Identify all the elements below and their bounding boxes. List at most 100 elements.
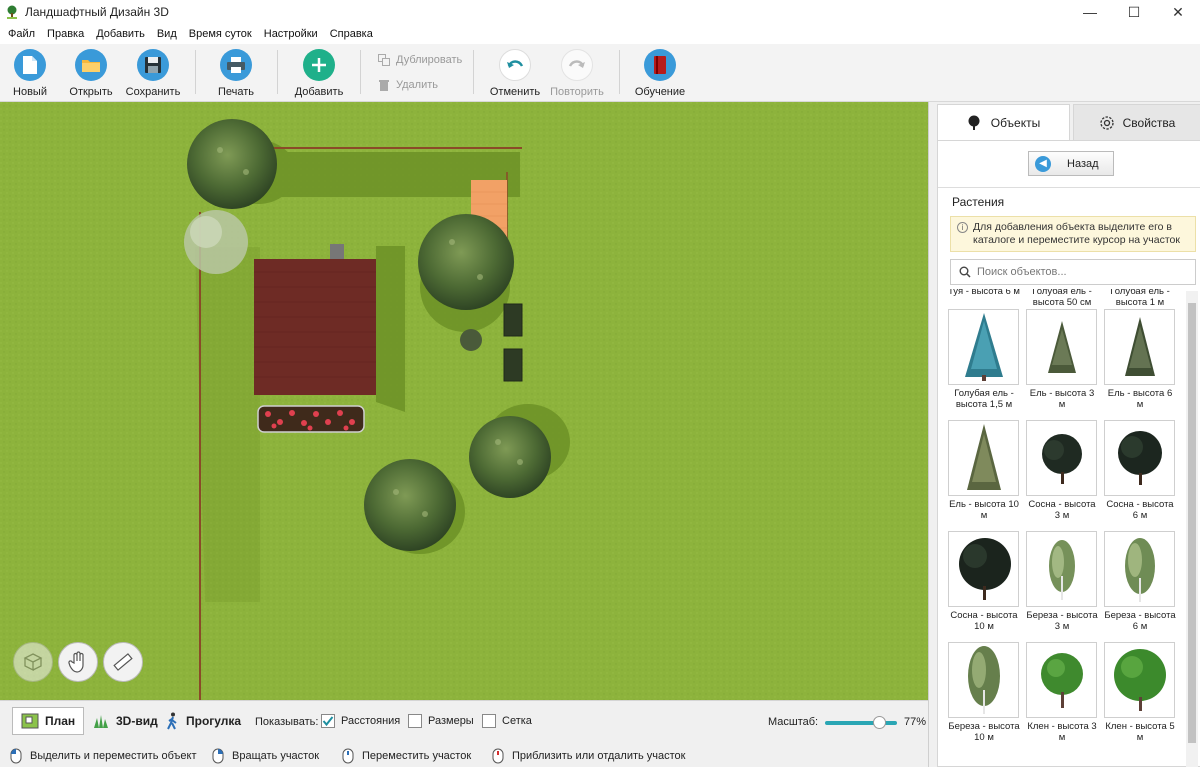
new-button[interactable]: Новый: [0, 49, 60, 98]
blue-spruce-icon: [964, 313, 1003, 381]
tab-plan-label: План: [45, 714, 76, 728]
maple-medium-icon: [1113, 649, 1166, 711]
search-input[interactable]: Поиск объектов...: [950, 259, 1196, 285]
catalog-item[interactable]: Клен - высота 3 м: [1026, 642, 1098, 743]
catalog-item-label: Голубая ель - высота 50 см: [1032, 289, 1092, 308]
back-label: Назад: [1067, 157, 1099, 170]
catalog-item[interactable]: Ель - высота 10 м: [948, 420, 1020, 521]
tab-objects-label: Объекты: [990, 116, 1041, 130]
mouse-right-icon: [212, 748, 224, 764]
catalog-item[interactable]: Ель - высота 6 м: [1104, 309, 1176, 410]
maple-small-icon: [1040, 653, 1083, 708]
menu-file[interactable]: Файл: [2, 28, 41, 40]
tab-properties[interactable]: Свойства: [1073, 104, 1200, 141]
open-button[interactable]: Открыть: [61, 49, 121, 98]
rotate-view-button[interactable]: [13, 642, 53, 682]
scale-label: Масштаб:: [768, 716, 819, 728]
menu-settings[interactable]: Настройки: [258, 28, 324, 40]
grid-checkbox[interactable]: Сетка: [482, 714, 532, 728]
catalog-item-label: Ель - высота 3 м: [1029, 388, 1095, 410]
minimize-button[interactable]: —: [1068, 0, 1112, 24]
status-zoom-text: Приблизить или отдалить участок: [512, 750, 686, 762]
catalog-item[interactable]: Ель - высота 3 м: [1026, 309, 1098, 410]
sizes-checkbox[interactable]: Размеры: [408, 714, 474, 728]
checkbox-unchecked: [482, 714, 496, 728]
tab-plan[interactable]: План: [12, 707, 85, 735]
delete-label: Удалить: [396, 79, 438, 91]
tutorial-button[interactable]: Обучение: [630, 49, 690, 98]
printer-icon: [220, 49, 252, 81]
new-label: Новый: [13, 86, 47, 98]
undo-label: Отменить: [489, 86, 541, 98]
catalog-item[interactable]: Сосна - высота 6 м: [1104, 420, 1176, 521]
save-button[interactable]: Сохранить: [123, 49, 183, 98]
menu-edit[interactable]: Правка: [41, 28, 90, 40]
maximize-button[interactable]: ☐: [1112, 0, 1156, 24]
print-button[interactable]: Печать: [206, 49, 266, 98]
delete-button[interactable]: Удалить: [378, 79, 438, 91]
undo-button[interactable]: Отменить: [485, 49, 545, 98]
site-plan-drawing: [0, 102, 928, 700]
checkmark-icon: [322, 716, 334, 727]
scale-value: 77%: [904, 716, 927, 728]
spruce-small-icon: [1047, 321, 1076, 373]
catalog-item-label: Клен - высота 5 м: [1105, 721, 1175, 743]
status-zoom: Приблизить или отдалить участок: [492, 748, 685, 764]
back-button[interactable]: ◀ Назад: [1028, 151, 1114, 176]
catalog-item-label: Береза - высота 3 м: [1026, 610, 1098, 632]
birch-small-icon: [1048, 540, 1075, 600]
walking-person-icon: [167, 712, 177, 730]
pine-large-icon: [958, 538, 1011, 600]
status-select: Выделить и переместить объект: [10, 748, 197, 764]
ruler-icon: [113, 653, 133, 671]
mouse-middle-icon: [342, 748, 354, 764]
tab-walk[interactable]: Прогулка: [158, 707, 249, 735]
grid-label: Сетка: [502, 715, 532, 727]
window-title: Ландшафтный Дизайн 3D: [25, 5, 169, 19]
pine-small-icon: [1041, 434, 1082, 484]
menu-add[interactable]: Добавить: [90, 28, 151, 40]
menu-view[interactable]: Вид: [151, 28, 183, 40]
birch-large-icon: [967, 646, 1000, 714]
close-button[interactable]: ✕: [1156, 0, 1200, 24]
catalog-item[interactable]: Береза - высота 3 м: [1026, 531, 1098, 632]
catalog-item[interactable]: Сосна - высота 10 м: [948, 531, 1020, 632]
slider-knob[interactable]: [873, 716, 886, 729]
tab-3d[interactable]: 3D-вид: [84, 707, 166, 735]
scale-slider[interactable]: [825, 716, 897, 729]
redo-button[interactable]: Повторить: [547, 49, 607, 98]
hint-text: Для добавления объекта выделите его в ка…: [973, 221, 1180, 246]
catalog-item[interactable]: Береза - высота 10 м: [948, 642, 1020, 743]
redo-label: Повторить: [550, 86, 604, 98]
catalog-item[interactable]: Береза - высота 6 м: [1104, 531, 1176, 632]
distances-checkbox[interactable]: Расстояния: [321, 714, 400, 728]
catalog-scrollbar[interactable]: [1186, 291, 1198, 767]
book-icon: [644, 49, 676, 81]
catalog-item-label: Ель - высота 6 м: [1107, 388, 1173, 410]
status-rotate: Вращать участок: [212, 748, 319, 764]
status-select-text: Выделить и переместить объект: [30, 750, 197, 762]
birch-medium-icon: [1124, 538, 1155, 602]
spruce-large-icon: [966, 424, 1001, 490]
toolbar-separator: [619, 50, 620, 94]
plant-catalog: Туя - высота 6 м Голубая ель - высота 50…: [948, 289, 1188, 767]
add-button[interactable]: Добавить: [289, 49, 349, 98]
catalog-item[interactable]: Клен - высота 5 м: [1104, 642, 1176, 743]
tab-3d-label: 3D-вид: [116, 714, 158, 728]
tab-objects[interactable]: Объекты: [937, 104, 1070, 141]
tutorial-label: Обучение: [634, 86, 686, 98]
mouse-left-icon: [10, 748, 22, 764]
menu-time-of-day[interactable]: Время суток: [183, 28, 258, 40]
search-placeholder: Поиск объектов...: [977, 266, 1067, 278]
pan-button[interactable]: [58, 642, 98, 682]
catalog-item[interactable]: Сосна - высота 3 м: [1026, 420, 1098, 521]
plan-canvas[interactable]: [0, 102, 928, 700]
view-bar: План 3D-вид Прогулка Показывать: Расстоя…: [0, 700, 928, 742]
measure-button[interactable]: [103, 642, 143, 682]
catalog-item[interactable]: Голубая ель - высота 1,5 м: [948, 309, 1020, 410]
scrollbar-thumb[interactable]: [1188, 303, 1196, 743]
toolbar-separator: [277, 50, 278, 94]
menu-help[interactable]: Справка: [324, 28, 379, 40]
duplicate-button[interactable]: Дублировать: [378, 54, 462, 66]
show-label: Показывать:: [255, 716, 319, 728]
